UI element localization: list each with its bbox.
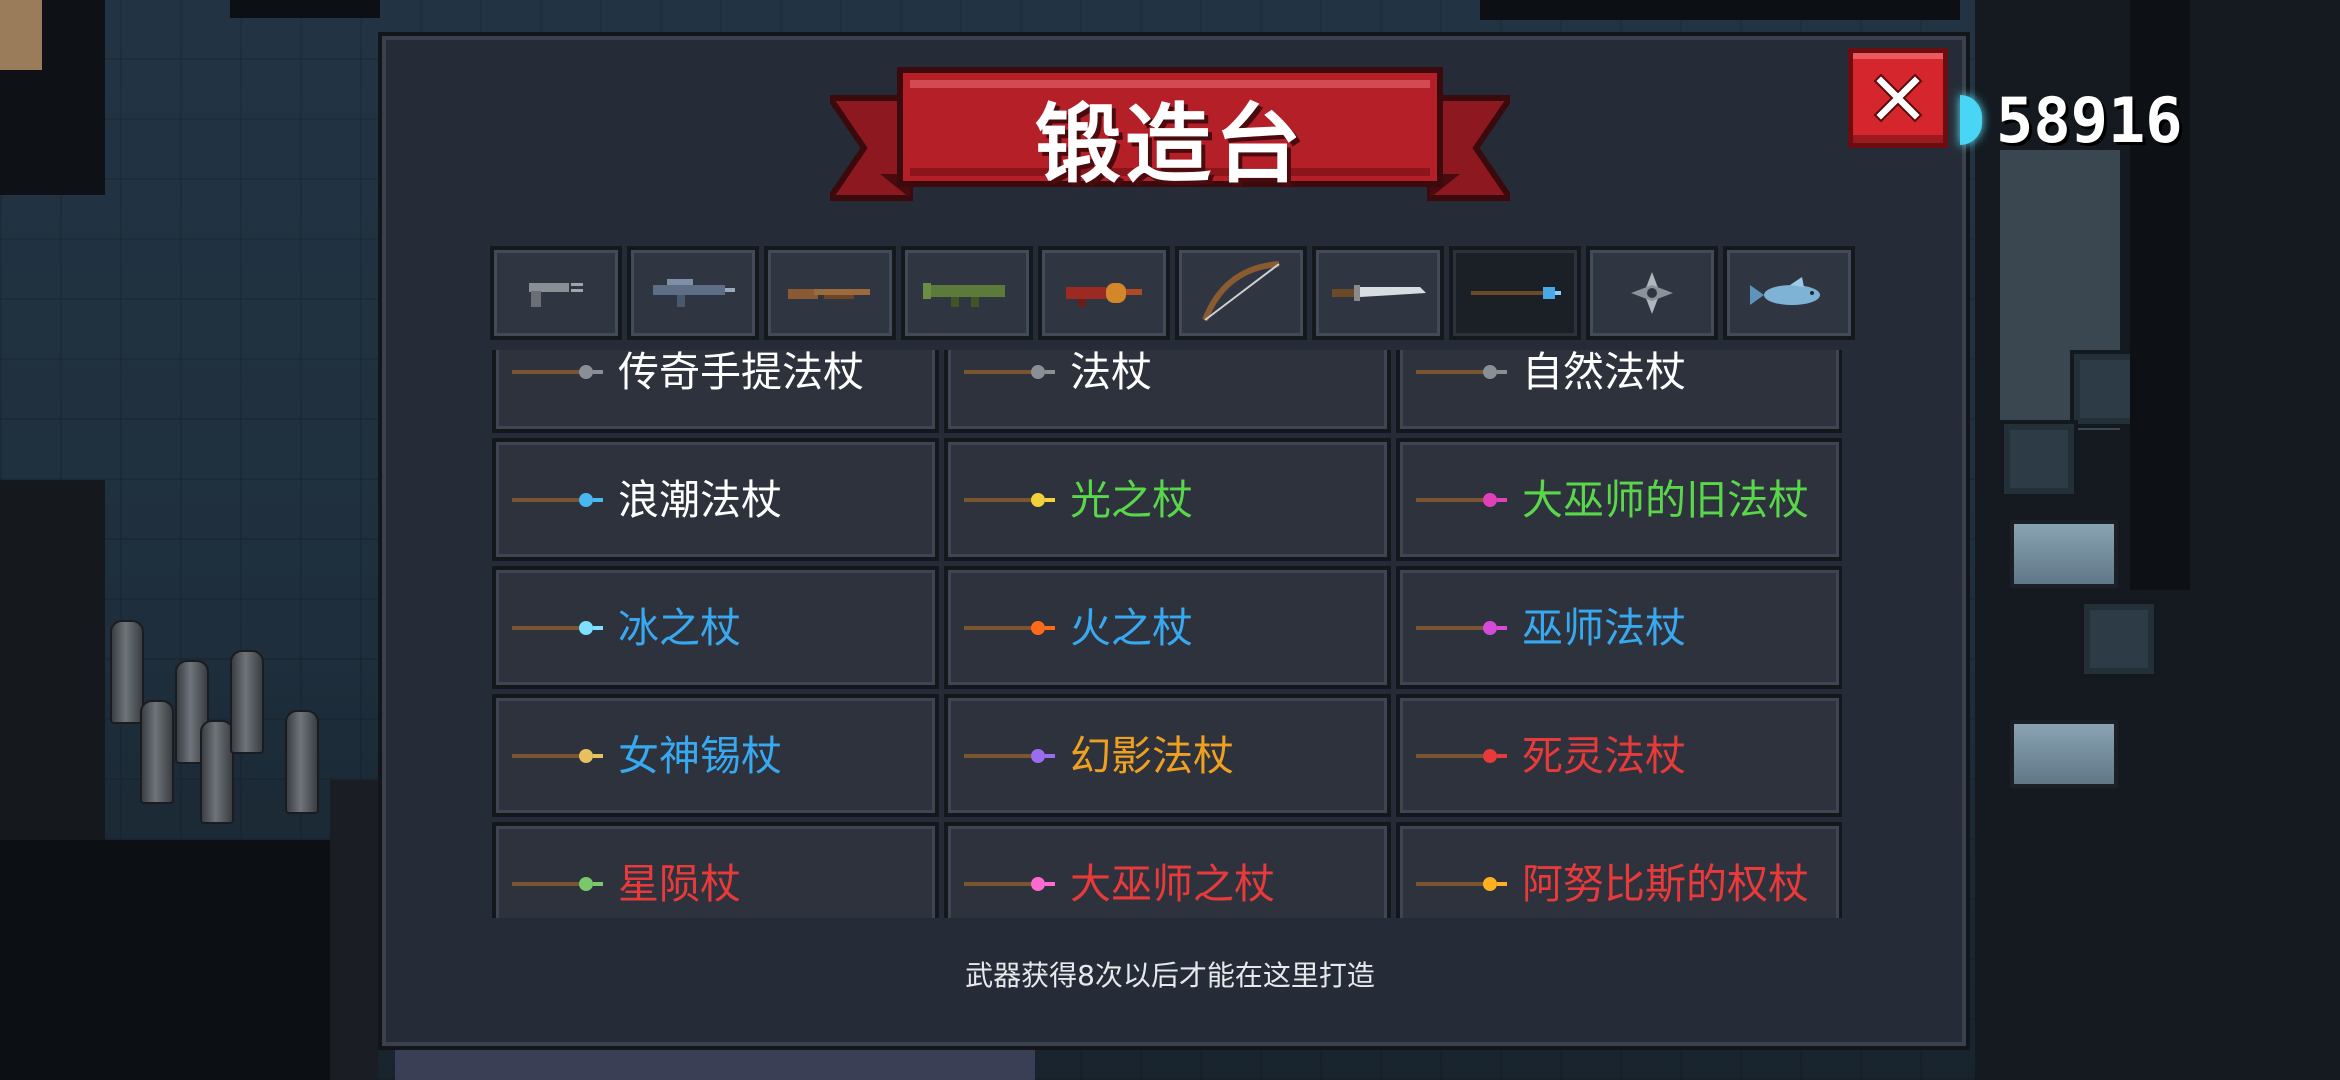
crate (2080, 600, 2158, 678)
staff-icon (1416, 364, 1507, 379)
forge-hint: 武器获得8次以后才能在这里打造 (965, 959, 1375, 992)
tab-rifle[interactable] (627, 246, 759, 340)
weapon-name: 大巫师之杖 (1070, 859, 1275, 908)
staff-icon (512, 876, 603, 891)
wall-poster (0, 0, 42, 70)
staff-icon (512, 620, 603, 635)
weapon-name: 自然法杖 (1522, 350, 1686, 396)
shuriken-icon (1631, 272, 1673, 314)
weapon-cell[interactable]: 阿努比斯的权杖 (1396, 822, 1842, 918)
shotgun-icon (788, 289, 870, 299)
wall-block (0, 840, 378, 1080)
weapon-name: 浪潮法杖 (618, 475, 782, 524)
launcher-icon (923, 283, 1005, 307)
pistol-icon (529, 283, 583, 307)
shelf (2010, 720, 2118, 788)
staff-icon (512, 364, 603, 379)
floor-strip (395, 1050, 1035, 1080)
staff-icon (964, 876, 1055, 891)
weapon-name: 传奇手提法杖 (618, 350, 864, 396)
close-icon (1873, 73, 1923, 123)
tab-staff[interactable] (1449, 246, 1581, 340)
staff-icon (964, 748, 1055, 763)
staff-icon (1471, 287, 1561, 299)
weapon-cell[interactable]: 浪潮法杖 (492, 438, 939, 561)
weapon-cell[interactable]: 法杖 (944, 350, 1391, 433)
weapon-name: 光之杖 (1070, 475, 1193, 524)
gas-tank (140, 700, 174, 804)
weapon-list: 传奇手提法杖 法杖 自然法杖浪潮法杖 光之杖 大巫师的旧法杖冰之杖 火之杖 巫师法杖女神锡杖… (492, 350, 1842, 918)
gas-tank (230, 650, 264, 754)
currency-display: 58916 (1960, 80, 2183, 160)
weapon-cell[interactable]: 大巫师的旧法杖 (1396, 438, 1842, 561)
weapon-name: 法杖 (1070, 350, 1152, 396)
energy-gem-icon (1960, 95, 1982, 145)
tab-shotgun[interactable] (764, 246, 896, 340)
wall-block (230, 0, 380, 18)
category-tabs (490, 246, 1855, 340)
currency-value: 58916 (1996, 83, 2183, 157)
tab-launcher[interactable] (901, 246, 1033, 340)
staff-icon (1416, 620, 1507, 635)
staff-icon (964, 364, 1055, 379)
gas-tank (110, 620, 144, 724)
weapon-cell[interactable]: 死灵法杖 (1396, 694, 1842, 817)
page-title: 锻造台 (1035, 94, 1305, 195)
weapon-name: 女神锡杖 (618, 731, 782, 780)
shelf (2010, 520, 2118, 588)
tab-fish[interactable] (1723, 246, 1855, 340)
tab-flamethrower[interactable] (1038, 246, 1170, 340)
weapon-name: 幻影法杖 (1070, 731, 1234, 780)
close-button[interactable] (1848, 48, 1948, 148)
staff-icon (512, 492, 603, 507)
weapon-cell[interactable]: 冰之杖 (492, 566, 939, 689)
weapon-name: 冰之杖 (618, 603, 741, 652)
bow-icon (1202, 261, 1280, 322)
weapon-cell[interactable]: 幻影法杖 (944, 694, 1391, 817)
weapon-cell[interactable]: 星陨杖 (492, 822, 939, 918)
wall-block (1480, 0, 1960, 20)
staff-icon (1416, 492, 1507, 507)
staff-icon (964, 492, 1055, 507)
weapon-name: 大巫师的旧法杖 (1522, 475, 1809, 524)
weapon-cell[interactable]: 巫师法杖 (1396, 566, 1842, 689)
staff-icon (964, 620, 1055, 635)
wall-block (330, 780, 378, 1080)
weapon-cell[interactable]: 光之杖 (944, 438, 1391, 561)
weapon-cell[interactable]: 自然法杖 (1396, 350, 1842, 433)
wall-block (0, 480, 105, 840)
weapon-name: 阿努比斯的权杖 (1522, 859, 1809, 908)
rifle-icon (653, 279, 735, 307)
fish-icon (1750, 277, 1820, 305)
staff-icon (1416, 876, 1507, 891)
weapon-name: 火之杖 (1070, 603, 1193, 652)
weapon-name: 巫师法杖 (1522, 603, 1686, 652)
tab-shuriken[interactable] (1586, 246, 1718, 340)
flamethrower-icon (1066, 283, 1142, 307)
tab-sword[interactable] (1312, 246, 1444, 340)
staff-icon (512, 748, 603, 763)
weapon-cell[interactable]: 传奇手提法杖 (492, 350, 939, 433)
gas-tank (285, 710, 319, 814)
weapon-cell[interactable]: 火之杖 (944, 566, 1391, 689)
weapon-cell[interactable]: 女神锡杖 (492, 694, 939, 817)
sword-icon (1332, 285, 1426, 301)
staff-icon (1416, 748, 1507, 763)
weapon-cell[interactable]: 大巫师之杖 (944, 822, 1391, 918)
crate (2000, 420, 2078, 498)
tab-pistol[interactable] (490, 246, 622, 340)
weapon-name: 星陨杖 (618, 859, 741, 908)
tab-bow[interactable] (1175, 246, 1307, 340)
weapon-name: 死灵法杖 (1522, 731, 1686, 780)
gas-tank (200, 720, 234, 824)
